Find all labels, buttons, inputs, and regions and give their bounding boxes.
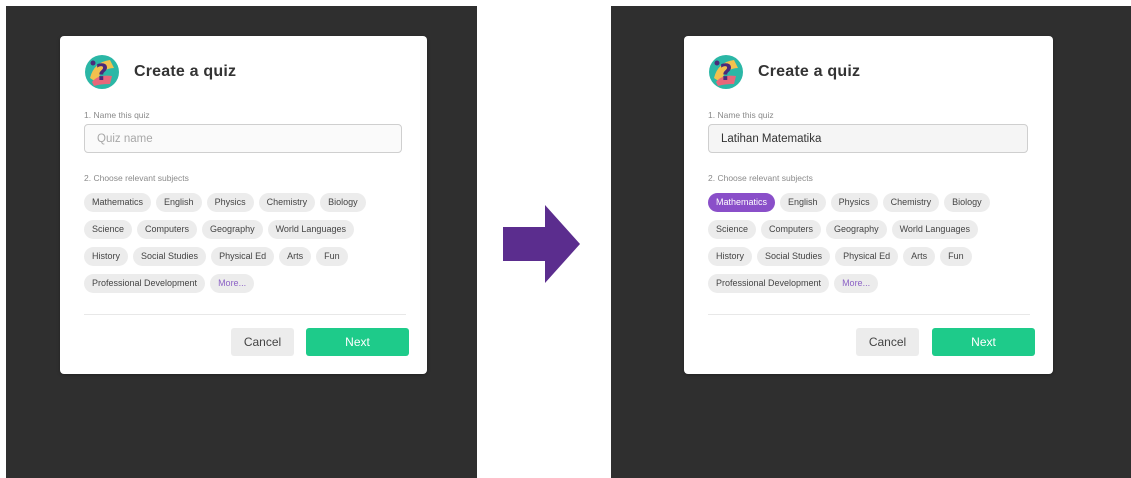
subject-chip-social-studies[interactable]: Social Studies (133, 247, 207, 266)
step-2-label: 2. Choose relevant subjects (84, 173, 189, 183)
subject-chip-computers[interactable]: Computers (137, 220, 198, 239)
subject-chips: Mathematics English Physics Chemistry Bi… (708, 193, 1028, 301)
subject-chip-fun[interactable]: Fun (316, 247, 348, 266)
subject-chip-physics[interactable]: Physics (206, 193, 254, 212)
dialog-title: Create a quiz (758, 63, 861, 80)
quiz-logo-icon: ? (85, 55, 119, 89)
cancel-button[interactable]: Cancel (231, 328, 294, 356)
subject-chip-arts[interactable]: Arts (279, 247, 312, 266)
cancel-button[interactable]: Cancel (856, 328, 919, 356)
subject-chip-biology[interactable]: Biology (944, 193, 990, 212)
divider (84, 314, 406, 315)
subject-chip-science[interactable]: Science (708, 220, 757, 239)
subject-chip-mathematics[interactable]: Mathematics (84, 193, 152, 212)
dialog-title: Create a quiz (134, 63, 237, 80)
subject-chip-history[interactable]: History (708, 247, 753, 266)
subject-chip-chemistry[interactable]: Chemistry (258, 193, 316, 212)
dialog-header: ? Create a quiz (84, 54, 236, 90)
subject-chip-world-languages[interactable]: World Languages (891, 220, 978, 239)
chip-row: Mathematics English Physics Chemistry Bi… (708, 193, 1028, 212)
subject-chip-world-languages[interactable]: World Languages (267, 220, 354, 239)
right-screen: ? Create a quiz 1. Name this quiz 2. Cho… (611, 6, 1131, 478)
chip-row: Professional Development More... (84, 274, 404, 293)
quiz-logo-icon: ? (709, 55, 743, 89)
svg-text:?: ? (720, 61, 733, 86)
chip-row: Science Computers Geography World Langua… (708, 220, 1028, 239)
subject-chip-mathematics[interactable]: Mathematics (708, 193, 776, 212)
subject-chip-chemistry[interactable]: Chemistry (882, 193, 940, 212)
step-2-label: 2. Choose relevant subjects (708, 173, 813, 183)
subject-chip-history[interactable]: History (84, 247, 129, 266)
subject-chip-physical-ed[interactable]: Physical Ed (835, 247, 899, 266)
subject-chip-computers[interactable]: Computers (761, 220, 822, 239)
chip-row: Mathematics English Physics Chemistry Bi… (84, 193, 404, 212)
subject-chip-physical-ed[interactable]: Physical Ed (211, 247, 275, 266)
subject-chips: Mathematics English Physics Chemistry Bi… (84, 193, 404, 301)
left-screen: ? Create a quiz 1. Name this quiz 2. Cho… (6, 6, 477, 478)
step-1-label: 1. Name this quiz (708, 110, 774, 120)
next-button[interactable]: Next (306, 328, 409, 356)
quiz-name-input[interactable] (708, 124, 1028, 153)
chip-row: History Social Studies Physical Ed Arts … (84, 247, 404, 266)
dialog-header: ? Create a quiz (708, 54, 860, 90)
step-1-label: 1. Name this quiz (84, 110, 150, 120)
subject-chip-geography[interactable]: Geography (202, 220, 263, 239)
divider (708, 314, 1030, 315)
subject-chip-biology[interactable]: Biology (320, 193, 366, 212)
subject-chip-arts[interactable]: Arts (903, 247, 936, 266)
subject-chip-professional-development[interactable]: Professional Development (84, 274, 206, 293)
chip-row: Professional Development More... (708, 274, 1028, 293)
create-quiz-dialog: ? Create a quiz 1. Name this quiz 2. Cho… (684, 36, 1053, 374)
more-subjects-link[interactable]: More... (210, 274, 255, 293)
subject-chip-science[interactable]: Science (84, 220, 133, 239)
subject-chip-fun[interactable]: Fun (940, 247, 972, 266)
subject-chip-english[interactable]: English (156, 193, 202, 212)
chip-row: History Social Studies Physical Ed Arts … (708, 247, 1028, 266)
create-quiz-dialog: ? Create a quiz 1. Name this quiz 2. Cho… (60, 36, 427, 374)
subject-chip-english[interactable]: English (780, 193, 826, 212)
subject-chip-professional-development[interactable]: Professional Development (708, 274, 830, 293)
right-arrow-icon (503, 205, 580, 283)
subject-chip-social-studies[interactable]: Social Studies (757, 247, 831, 266)
quiz-name-input[interactable] (84, 124, 402, 153)
more-subjects-link[interactable]: More... (834, 274, 879, 293)
subject-chip-physics[interactable]: Physics (830, 193, 878, 212)
svg-text:?: ? (96, 61, 109, 86)
chip-row: Science Computers Geography World Langua… (84, 220, 404, 239)
next-button[interactable]: Next (932, 328, 1035, 356)
subject-chip-geography[interactable]: Geography (826, 220, 887, 239)
